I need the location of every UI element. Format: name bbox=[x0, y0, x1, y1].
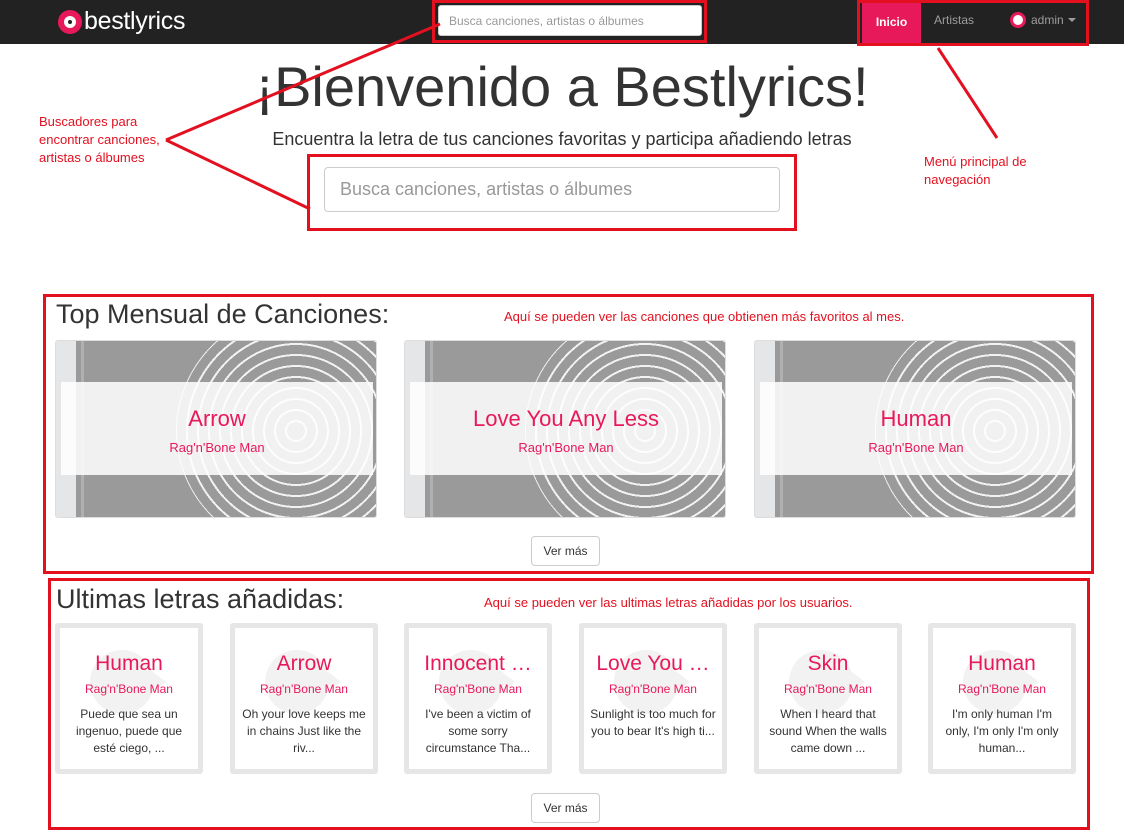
top-monthly-annotation-note: Aquí se pueden ver las canciones que obt… bbox=[504, 309, 905, 324]
brand-link[interactable]: bestlyrics bbox=[58, 7, 185, 36]
top-monthly-highlight bbox=[43, 294, 1094, 574]
hero-title: ¡Bienvenido a Bestlyrics! bbox=[255, 55, 869, 118]
vinyl-logo-icon bbox=[58, 9, 82, 34]
latest-annotation-note: Aquí se pueden ver las ultimas letras añ… bbox=[484, 595, 853, 610]
search-annotation-note: Buscadores para encontrar canciones, art… bbox=[39, 114, 160, 165]
menu-annotation-note: Menú principal de navegación bbox=[924, 154, 1027, 187]
latest-lyrics-highlight bbox=[48, 578, 1090, 830]
navbar-search-highlight bbox=[432, 0, 707, 43]
main-menu-highlight bbox=[857, 0, 1089, 46]
brand-name: bestlyrics bbox=[84, 7, 186, 35]
hero-search-highlight bbox=[307, 154, 797, 231]
